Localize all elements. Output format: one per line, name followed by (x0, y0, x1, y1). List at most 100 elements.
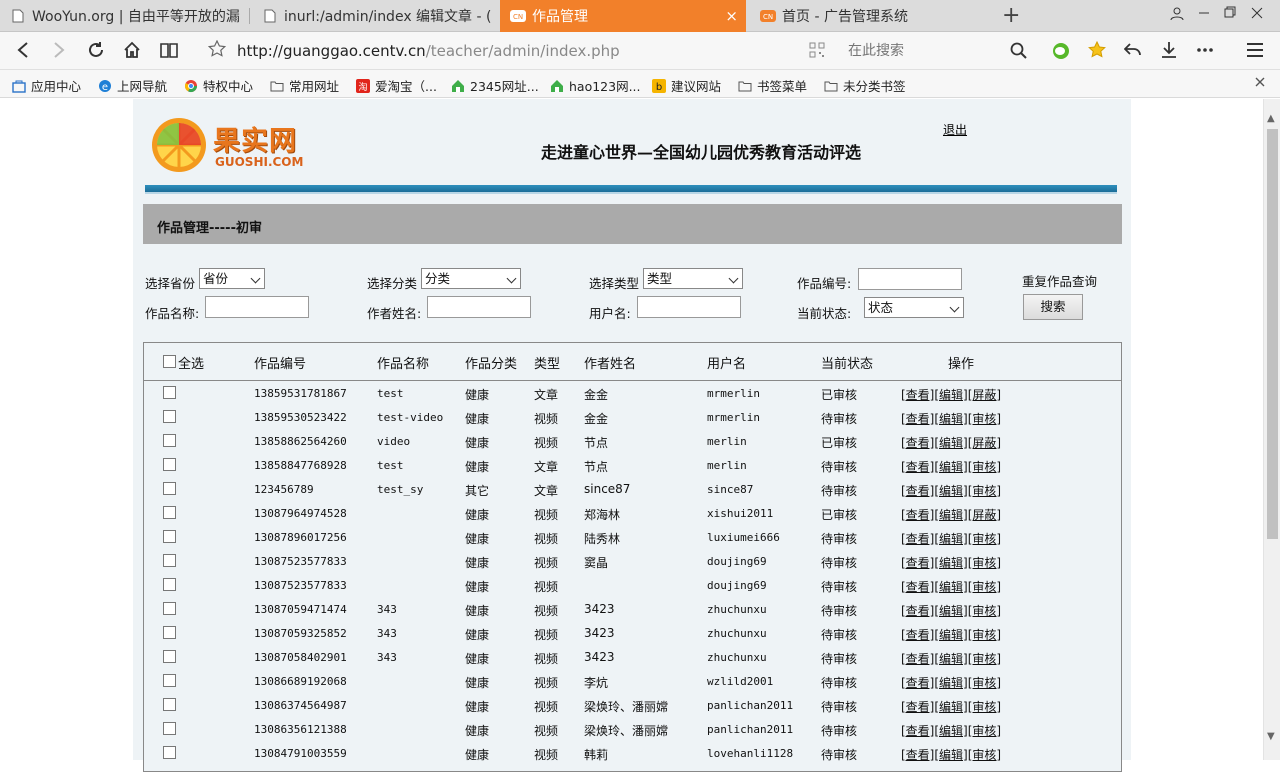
edit-link[interactable]: [编辑] (934, 412, 967, 426)
new-tab-button[interactable]: + (1002, 3, 1020, 28)
close-tab-icon[interactable]: × (725, 7, 738, 25)
row-checkbox[interactable] (163, 602, 176, 615)
view-link[interactable]: [查看] (901, 412, 934, 426)
tab-ad-management[interactable]: CN 首页 - 广告管理系统 (750, 0, 1000, 32)
page-scrollbar[interactable]: ▲ ▼ (1263, 99, 1280, 760)
bookmark-folder-menu[interactable]: 书签菜单 (738, 76, 807, 95)
work-no-input[interactable] (858, 268, 962, 290)
more-icon[interactable] (1196, 41, 1214, 64)
scroll-up-icon[interactable]: ▲ (1267, 113, 1275, 124)
row-checkbox[interactable] (163, 506, 176, 519)
minimize-icon[interactable] (1198, 6, 1210, 24)
tab-works-management[interactable]: CN 作品管理 × (500, 0, 746, 32)
close-bookmarks-icon[interactable] (1254, 76, 1266, 92)
scroll-thumb[interactable] (1267, 129, 1278, 539)
view-link[interactable]: [查看] (901, 556, 934, 570)
row-checkbox[interactable] (163, 530, 176, 543)
category-select[interactable]: 分类 (421, 268, 521, 289)
favorites-star-icon[interactable] (1088, 40, 1106, 64)
restore-icon[interactable] (1224, 6, 1236, 24)
username-input[interactable] (637, 296, 741, 318)
view-link[interactable]: [查看] (901, 580, 934, 594)
edit-link[interactable]: [编辑] (934, 556, 967, 570)
review-or-block-link[interactable]: [审核] (968, 580, 1001, 594)
edit-link[interactable]: [编辑] (934, 676, 967, 690)
view-link[interactable]: [查看] (901, 676, 934, 690)
search-icon[interactable] (1010, 42, 1028, 64)
row-checkbox[interactable] (163, 410, 176, 423)
back-icon[interactable] (16, 41, 30, 64)
view-link[interactable]: [查看] (901, 460, 934, 474)
status-select[interactable]: 状态 (864, 297, 964, 318)
edit-link[interactable]: [编辑] (934, 652, 967, 666)
review-or-block-link[interactable]: [审核] (968, 532, 1001, 546)
row-checkbox[interactable] (163, 626, 176, 639)
address-bar[interactable]: http://guanggao.centv.cn/teacher/admin/i… (199, 36, 833, 66)
edit-link[interactable]: [编辑] (934, 460, 967, 474)
download-icon[interactable] (1160, 41, 1178, 64)
review-or-block-link[interactable]: [屏蔽] (968, 508, 1001, 522)
star-outline-icon[interactable] (207, 39, 227, 62)
view-link[interactable]: [查看] (901, 484, 934, 498)
qr-code-icon[interactable] (809, 42, 825, 62)
bookmark-hao123[interactable]: hao123网... (550, 76, 641, 95)
menu-icon[interactable] (1246, 41, 1264, 64)
view-link[interactable]: [查看] (901, 652, 934, 666)
search-input[interactable] (838, 36, 1038, 66)
view-link[interactable]: [查看] (901, 628, 934, 642)
author-input[interactable] (427, 296, 531, 318)
view-link[interactable]: [查看] (901, 508, 934, 522)
tab-wooyun[interactable]: WooYun.org | 自由平等开放的漏 (0, 0, 246, 32)
logout-link[interactable]: 退出 (943, 121, 967, 138)
view-link[interactable]: [查看] (901, 724, 934, 738)
bookmark-folder-unsorted[interactable]: 未分类书签 (824, 76, 906, 95)
search-box[interactable] (838, 36, 1038, 66)
row-checkbox[interactable] (163, 386, 176, 399)
review-or-block-link[interactable]: [审核] (968, 652, 1001, 666)
type-select[interactable]: 类型 (643, 268, 743, 289)
bookmark-suggested[interactable]: b 建议网站 (652, 76, 721, 95)
row-checkbox[interactable] (163, 482, 176, 495)
review-or-block-link[interactable]: [审核] (968, 460, 1001, 474)
view-link[interactable]: [查看] (901, 700, 934, 714)
row-checkbox[interactable] (163, 746, 176, 759)
undo-icon[interactable] (1123, 41, 1142, 64)
row-checkbox[interactable] (163, 674, 176, 687)
review-or-block-link[interactable]: [屏蔽] (968, 388, 1001, 402)
view-link[interactable]: [查看] (901, 388, 934, 402)
view-link[interactable]: [查看] (901, 436, 934, 450)
edit-link[interactable]: [编辑] (934, 436, 967, 450)
bookmark-folder-common[interactable]: 常用网址 (270, 76, 339, 95)
review-or-block-link[interactable]: [审核] (968, 700, 1001, 714)
edit-link[interactable]: [编辑] (934, 580, 967, 594)
review-or-block-link[interactable]: [审核] (968, 484, 1001, 498)
select-all-checkbox[interactable] (163, 355, 176, 368)
reload-icon[interactable] (87, 41, 105, 64)
review-or-block-link[interactable]: [审核] (968, 604, 1001, 618)
edit-link[interactable]: [编辑] (934, 604, 967, 618)
bookmark-app-center[interactable]: 应用中心 (12, 76, 81, 95)
row-checkbox[interactable] (163, 554, 176, 567)
close-window-icon[interactable] (1251, 6, 1263, 24)
work-name-input[interactable] (205, 296, 309, 318)
edit-link[interactable]: [编辑] (934, 628, 967, 642)
reader-icon[interactable] (160, 41, 178, 64)
review-or-block-link[interactable]: [审核] (968, 628, 1001, 642)
wechat-icon[interactable] (1052, 42, 1070, 65)
row-checkbox[interactable] (163, 650, 176, 663)
edit-link[interactable]: [编辑] (934, 700, 967, 714)
search-button[interactable]: 搜索 (1023, 294, 1083, 320)
edit-link[interactable]: [编辑] (934, 724, 967, 738)
edit-link[interactable]: [编辑] (934, 388, 967, 402)
tab-inurl[interactable]: inurl:/admin/index 编辑文章 - ( (252, 0, 496, 32)
edit-link[interactable]: [编辑] (934, 508, 967, 522)
row-checkbox[interactable] (163, 722, 176, 735)
province-select[interactable]: 省份 (199, 268, 265, 289)
row-checkbox[interactable] (163, 434, 176, 447)
row-checkbox[interactable] (163, 698, 176, 711)
view-link[interactable]: [查看] (901, 532, 934, 546)
row-checkbox[interactable] (163, 458, 176, 471)
forward-icon[interactable] (52, 41, 66, 64)
edit-link[interactable]: [编辑] (934, 484, 967, 498)
bookmark-2345[interactable]: 2345网址... (451, 76, 539, 95)
